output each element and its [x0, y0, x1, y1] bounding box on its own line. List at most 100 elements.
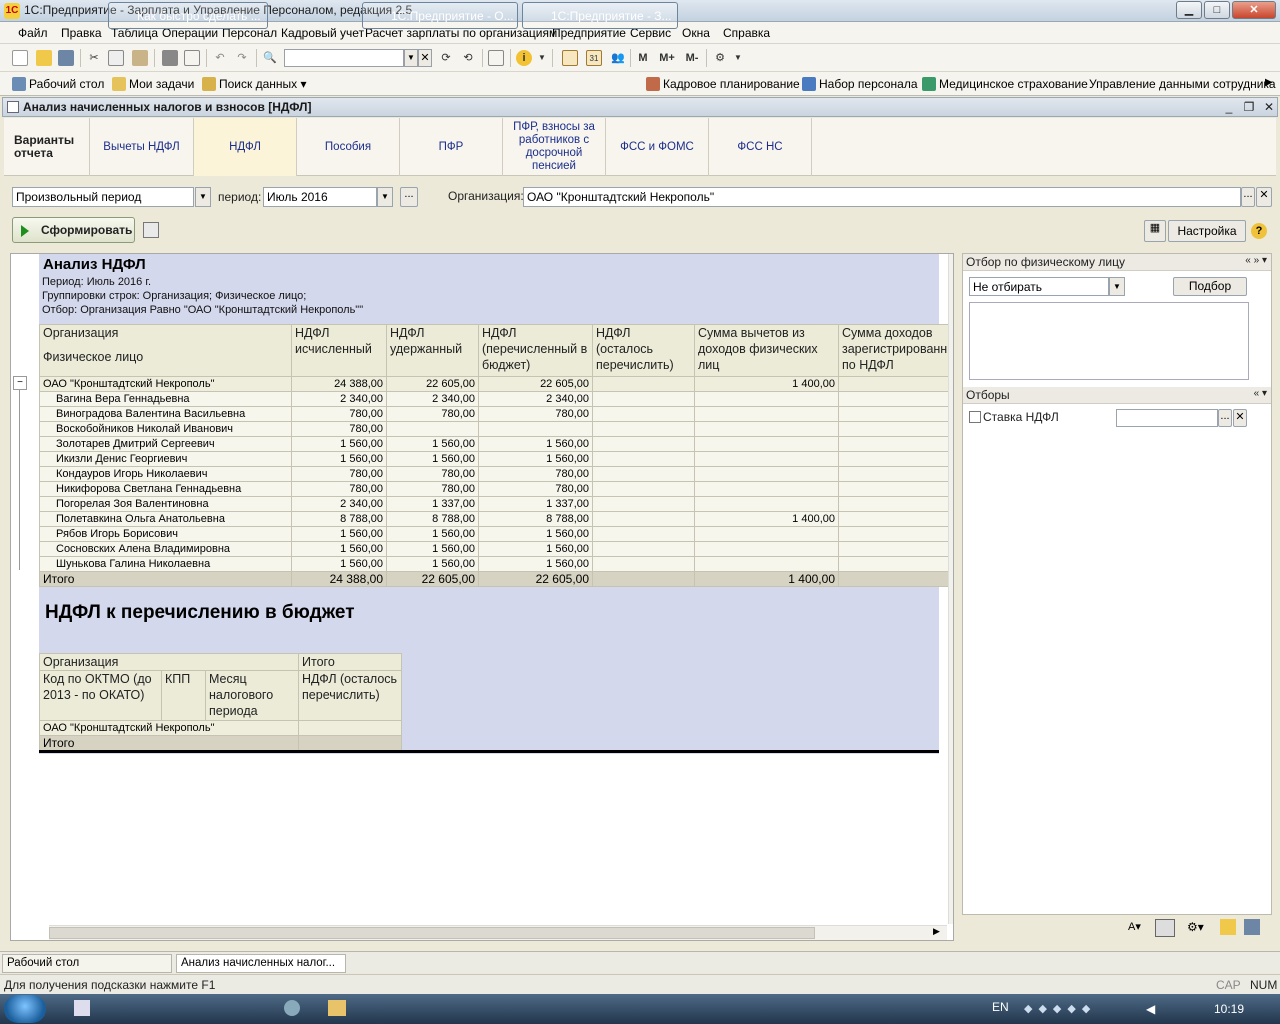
scroll-thumb[interactable] — [49, 927, 815, 939]
total-row[interactable]: Итого 24 388,00 22 605,00 22 605,00 1 40… — [39, 571, 950, 587]
table-row[interactable]: Вагина Вера Геннадьевна 2 340,00 2 340,00 2… — [39, 391, 950, 407]
group-row[interactable]: ОАО "Кронштадтский Некрополь" 24 388,00 … — [39, 376, 950, 392]
period-field[interactable]: Июль 2016 — [263, 187, 377, 207]
calendar-icon[interactable]: 31 — [586, 50, 602, 66]
person-filter-list[interactable] — [969, 302, 1249, 380]
menu-help[interactable]: Справка — [723, 26, 770, 40]
rate-clear-button[interactable]: ✕ — [1233, 409, 1247, 427]
tab-fss-ns[interactable]: ФСС НС — [709, 118, 812, 176]
settings-button[interactable]: Настройка — [1168, 220, 1246, 242]
tab-fss-foms[interactable]: ФСС и ФОМС — [606, 118, 709, 176]
my-tasks-shortcut[interactable]: Мои задачи — [112, 77, 194, 91]
rate-checkbox[interactable] — [969, 411, 981, 423]
table-row[interactable]: Рябов Игорь Борисович 1 560,00 1 560,00 1 5… — [39, 526, 950, 542]
period-type-dropdown-button[interactable]: ▼ — [195, 187, 211, 207]
menu-file[interactable]: Файл — [18, 26, 48, 40]
period-dropdown-button[interactable]: ▼ — [377, 187, 393, 207]
window-tab-desktop[interactable]: Рабочий стол — [2, 954, 172, 973]
period-type-select[interactable]: Произвольный период — [12, 187, 194, 207]
calculator-icon[interactable] — [562, 50, 578, 66]
print-icon[interactable] — [162, 50, 178, 66]
s2-total-row[interactable]: Итого — [38, 735, 403, 751]
tab-pfr[interactable]: ПФР — [400, 118, 503, 176]
report-spreadsheet[interactable]: − Анализ НДФЛ Период: Июль 2016 г. Групп… — [10, 253, 954, 941]
report-vertical-scrollbar[interactable]: ▲ ▼ — [948, 254, 954, 924]
table-row[interactable]: Икизли Денис Георгиевич 1 560,00 1 560,00 1… — [39, 451, 950, 467]
scroll-down-icon[interactable]: ▼ — [949, 908, 954, 918]
search-prev-icon[interactable]: ⟲ — [460, 50, 476, 66]
help-icon[interactable]: ? — [1251, 223, 1267, 239]
table-row[interactable]: Шунькова Галина Николаевна 1 560,00 1 560,… — [39, 556, 950, 572]
quicklaunch-app-icon[interactable] — [284, 1000, 300, 1016]
clock[interactable]: 10:19 — [1214, 1002, 1244, 1016]
table-view-icon[interactable] — [1155, 919, 1175, 937]
save-file-icon[interactable] — [1244, 919, 1260, 935]
menu-windows[interactable]: Окна — [682, 26, 710, 40]
scroll-up-icon[interactable]: ▲ — [949, 254, 953, 264]
start-button[interactable] — [4, 995, 46, 1023]
taskbar-browser[interactable]: Как быстро сделать ... — [108, 2, 268, 29]
tab-ndfl-deductions[interactable]: Вычеты НДФЛ — [90, 118, 194, 176]
table-row[interactable]: Кондауров Игорь Николаевич 780,00 780,00 78… — [39, 466, 950, 482]
search-clear-button[interactable]: ✕ — [418, 49, 432, 67]
rate-field[interactable] — [1116, 409, 1218, 427]
tab-report-variants[interactable]: Варианты отчета — [4, 118, 90, 176]
organization-select-button[interactable]: ... — [1241, 187, 1255, 207]
doc-minimize-button[interactable]: _ — [1221, 99, 1237, 115]
copy-icon[interactable] — [108, 50, 124, 66]
hr-planning-shortcut[interactable]: Кадровое планирование — [646, 77, 800, 91]
tab-benefits[interactable]: Пособия — [297, 118, 400, 176]
save-icon[interactable] — [58, 50, 74, 66]
taskbar-1c-second[interactable]: 1С:Предприятие - З... — [522, 2, 678, 29]
paste-icon[interactable] — [132, 50, 148, 66]
table-row[interactable]: Сосновских Алена Владимировна 1 560,00 1 5… — [39, 541, 950, 557]
collapse-group-icon[interactable]: − — [13, 376, 27, 390]
table-row[interactable]: Виноградова Валентина Васильевна 780,00 78… — [39, 406, 950, 422]
employee-data-shortcut[interactable]: Управление данными сотрудника — [1089, 77, 1276, 91]
search-next-icon[interactable]: ⟳ — [438, 50, 454, 66]
volume-icon[interactable]: ◀ — [1146, 1002, 1155, 1016]
layout-toggle-button[interactable]: ▦ — [1144, 220, 1166, 242]
maximize-button[interactable]: □ — [1204, 1, 1230, 19]
person-filter-select[interactable]: Не отбирать — [969, 277, 1109, 296]
report-settings-icon[interactable] — [143, 222, 159, 238]
info-icon[interactable]: i — [516, 50, 532, 66]
memory-plus-button[interactable]: M+ — [656, 50, 678, 66]
tools-menu-icon[interactable]: ⚙▾ — [1187, 920, 1204, 934]
search-input[interactable] — [284, 49, 404, 67]
menu-edit[interactable]: Правка — [61, 26, 102, 40]
window-tab-analysis[interactable]: Анализ начисленных налог... — [176, 954, 346, 973]
menu-hr[interactable]: Кадровый учет — [281, 26, 364, 40]
table-row[interactable]: Воскобойников Николай Иванович 780,00 — [39, 421, 950, 437]
users-icon[interactable]: 👥 — [610, 50, 626, 66]
windows-icon[interactable] — [488, 50, 504, 66]
quicklaunch-icon[interactable] — [74, 1000, 90, 1016]
data-search-shortcut[interactable]: Поиск данных ▾ — [202, 77, 307, 91]
medical-insurance-shortcut[interactable]: Медицинское страхование — [922, 77, 1088, 91]
open-folder-icon[interactable] — [36, 50, 52, 66]
text-format-icon[interactable]: A▾ — [1128, 920, 1148, 936]
toolbar-scroll-right-icon[interactable]: ▶ — [1265, 77, 1273, 88]
memory-minus-button[interactable]: M- — [682, 50, 702, 66]
undo-icon[interactable]: ↶ — [212, 50, 228, 66]
rate-select-button[interactable]: ... — [1218, 409, 1232, 427]
generate-button[interactable]: Сформировать — [12, 217, 135, 243]
tab-pfr-early-pension[interactable]: ПФР, взносы за работников с досрочной пе… — [503, 118, 606, 176]
filters-nav-icon[interactable]: « ▾ — [1254, 388, 1267, 399]
recruiting-shortcut[interactable]: Набор персонала — [802, 77, 918, 91]
table-row[interactable]: Золотарев Дмитрий Сергеевич 1 560,00 1 560… — [39, 436, 950, 452]
open-file-icon[interactable] — [1220, 919, 1236, 935]
close-button[interactable]: ✕ — [1232, 1, 1276, 19]
search-dropdown-button[interactable]: ▼ — [404, 49, 418, 67]
tools-dropdown-icon[interactable]: ▼ — [730, 50, 746, 66]
info-dropdown-icon[interactable]: ▼ — [534, 50, 550, 66]
table-row[interactable]: Полетавкина Ольга Анатольевна 8 788,00 8 7… — [39, 511, 950, 527]
table-row[interactable]: Погорелая Зоя Валентиновна 2 340,00 1 337,… — [39, 496, 950, 512]
doc-restore-button[interactable]: ❐ — [1241, 99, 1257, 115]
s2-org-row[interactable]: ОАО "Кронштадтский Некрополь" — [38, 720, 403, 736]
tray-icons[interactable]: ◆◆◆◆◆ — [1024, 1002, 1134, 1018]
person-filter-dropdown-button[interactable]: ▼ — [1109, 277, 1125, 296]
explorer-icon[interactable] — [328, 1000, 346, 1016]
cut-icon[interactable]: ✂ — [86, 50, 102, 66]
organization-field[interactable]: ОАО "Кронштадтский Некрополь" — [523, 187, 1241, 207]
